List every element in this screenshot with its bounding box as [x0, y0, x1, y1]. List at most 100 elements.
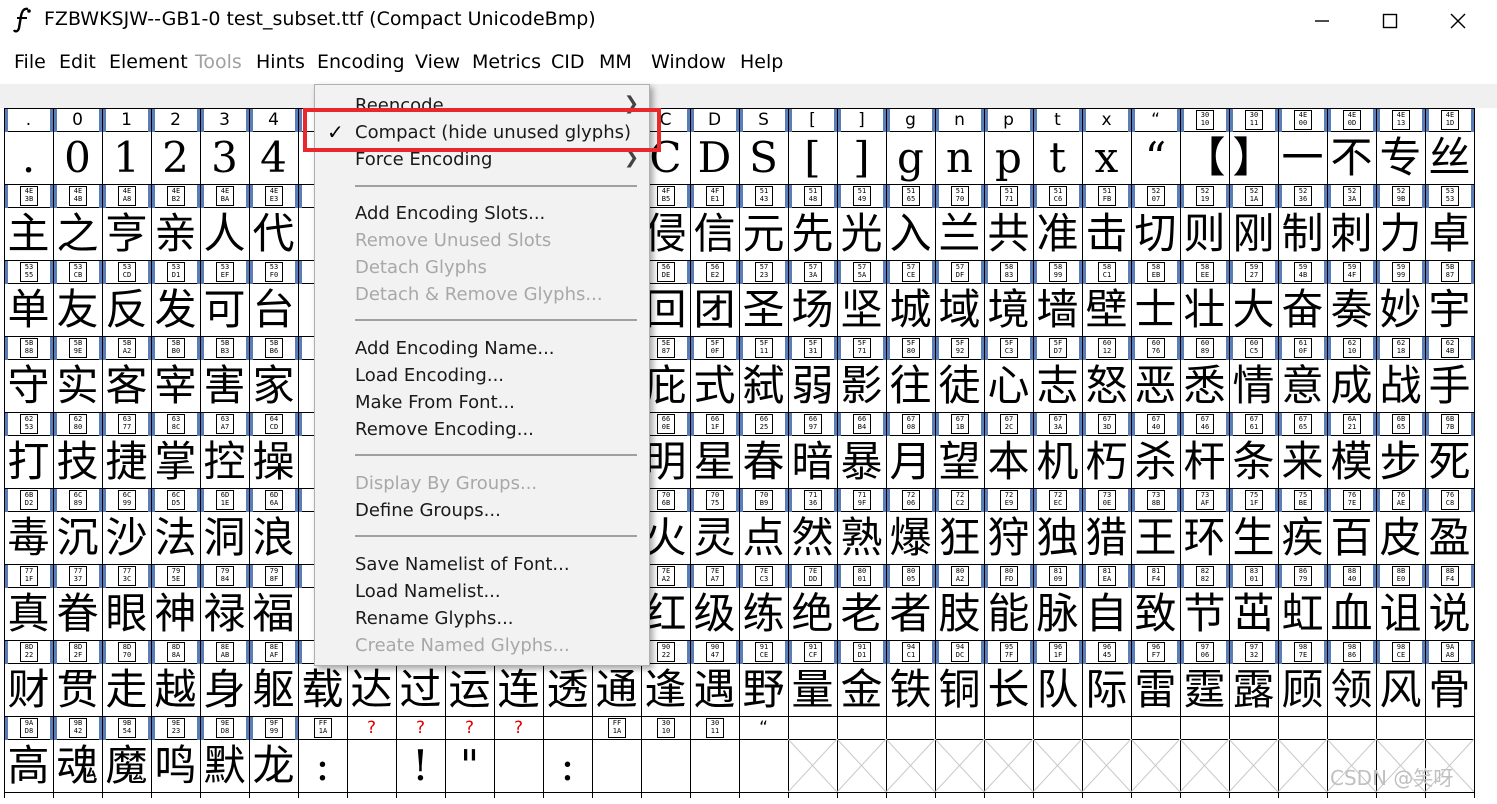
glyph-cell[interactable]: p: [984, 132, 1033, 184]
glyph-cell[interactable]: 暴: [837, 436, 886, 488]
glyph-cell[interactable]: 高: [4, 740, 53, 792]
glyph-cell[interactable]: 眼: [102, 588, 151, 640]
glyph-cell[interactable]: 说: [1425, 588, 1474, 640]
glyph-cell[interactable]: 守: [4, 360, 53, 412]
glyph-cell[interactable]: 练: [739, 588, 788, 640]
glyph-cell[interactable]: 身: [200, 664, 249, 716]
glyph-cell[interactable]: 宇: [1425, 284, 1474, 336]
glyph-cell[interactable]: 式: [690, 360, 739, 412]
empty-slot-icon[interactable]: [984, 739, 1033, 792]
glyph-cell[interactable]: [: [788, 132, 837, 184]
glyph-cell[interactable]: 遇: [690, 664, 739, 716]
glyph-cell[interactable]: 场: [788, 284, 837, 336]
glyph-cell[interactable]: ]: [837, 132, 886, 184]
glyph-cell[interactable]: 墙: [1033, 284, 1082, 336]
glyph-cell[interactable]: 猎: [1082, 512, 1131, 564]
glyph-cell[interactable]: 风: [1376, 664, 1425, 716]
glyph-cell[interactable]: 神: [151, 588, 200, 640]
menu-item-rename-glyphs[interactable]: Rename Glyphs...: [355, 608, 514, 629]
menu-window[interactable]: Window: [651, 51, 726, 73]
glyph-cell[interactable]: 共: [984, 208, 1033, 260]
glyph-cell[interactable]: 友: [53, 284, 102, 336]
glyph-cell[interactable]: :: [298, 740, 347, 792]
glyph-cell[interactable]: 壁: [1082, 284, 1131, 336]
glyph-cell[interactable]: D: [690, 132, 739, 184]
glyph-cell[interactable]: 望: [935, 436, 984, 488]
glyph-cell[interactable]: 击: [1082, 208, 1131, 260]
glyph-cell[interactable]: 茁: [1229, 588, 1278, 640]
menu-cid[interactable]: CID: [551, 51, 585, 73]
glyph-cell[interactable]: 可: [200, 284, 249, 336]
menu-item-define-groups[interactable]: Define Groups...: [355, 500, 501, 521]
glyph-cell[interactable]: 成: [1327, 360, 1376, 412]
glyph-cell[interactable]: 捷: [102, 436, 151, 488]
glyph-cell[interactable]: x: [1082, 132, 1131, 184]
glyph-cell[interactable]: 顾: [1278, 664, 1327, 716]
glyph-cell[interactable]: 躯: [249, 664, 298, 716]
glyph-cell[interactable]: 生: [1229, 512, 1278, 564]
glyph-cell[interactable]: 独: [1033, 512, 1082, 564]
glyph-cell[interactable]: 害: [200, 360, 249, 412]
glyph-cell[interactable]: 切: [1131, 208, 1180, 260]
glyph-cell[interactable]: 1: [102, 132, 151, 184]
glyph-cell[interactable]: 长: [984, 664, 1033, 716]
close-button[interactable]: [1428, 0, 1488, 42]
glyph-cell[interactable]: 疾: [1278, 512, 1327, 564]
glyph-cell[interactable]: 代: [249, 208, 298, 260]
glyph-cell[interactable]: 际: [1082, 664, 1131, 716]
empty-slot-icon[interactable]: [886, 739, 935, 792]
glyph-cell[interactable]: 骨: [1425, 664, 1474, 716]
glyph-cell[interactable]: 暗: [788, 436, 837, 488]
glyph-cell[interactable]: 财: [4, 664, 53, 716]
glyph-cell[interactable]: 亨: [102, 208, 151, 260]
glyph-cell[interactable]: 悉: [1180, 360, 1229, 412]
glyph-cell[interactable]: 虹: [1278, 588, 1327, 640]
glyph-cell[interactable]: 野: [739, 664, 788, 716]
glyph-cell[interactable]: 入: [886, 208, 935, 260]
glyph-cell[interactable]: 洞: [200, 512, 249, 564]
empty-slot-icon[interactable]: [1131, 739, 1180, 792]
glyph-cell[interactable]: 4: [249, 132, 298, 184]
glyph-cell[interactable]: 月: [886, 436, 935, 488]
glyph-cell[interactable]: 亲: [151, 208, 200, 260]
glyph-cell[interactable]: 王: [1131, 512, 1180, 564]
glyph-cell[interactable]: 露: [1229, 664, 1278, 716]
glyph-cell[interactable]: 走: [102, 664, 151, 716]
menu-help[interactable]: Help: [740, 51, 783, 73]
glyph-cell[interactable]: 单: [4, 284, 53, 336]
glyph-cell[interactable]: 过: [396, 664, 445, 716]
empty-slot-icon[interactable]: [1278, 739, 1327, 792]
glyph-cell[interactable]: t: [1033, 132, 1082, 184]
glyph-cell[interactable]: 自: [1082, 588, 1131, 640]
glyph-cell[interactable]: 【: [1180, 132, 1229, 184]
glyph-cell[interactable]: 点: [739, 512, 788, 564]
glyph-cell[interactable]: 皮: [1376, 512, 1425, 564]
glyph-cell[interactable]: 真: [4, 588, 53, 640]
menu-item-remove-encoding[interactable]: Remove Encoding...: [355, 419, 534, 440]
menu-item-add-encoding-slots[interactable]: Add Encoding Slots...: [355, 203, 545, 224]
glyph-cell[interactable]: 城: [886, 284, 935, 336]
glyph-cell[interactable]: 刺: [1327, 208, 1376, 260]
glyph-cell[interactable]: 逢: [641, 664, 690, 716]
glyph-cell[interactable]: S: [739, 132, 788, 184]
glyph-cell[interactable]: 透: [543, 664, 592, 716]
glyph-cell[interactable]: 团: [690, 284, 739, 336]
menu-item-add-encoding-name[interactable]: Add Encoding Name...: [355, 338, 555, 359]
glyph-cell[interactable]: 恶: [1131, 360, 1180, 412]
glyph-cell[interactable]: 杀: [1131, 436, 1180, 488]
glyph-cell[interactable]: 本: [984, 436, 1033, 488]
glyph-cell[interactable]: 战: [1376, 360, 1425, 412]
glyph-cell[interactable]: 运: [445, 664, 494, 716]
glyph-cell[interactable]: 能: [984, 588, 1033, 640]
glyph-cell[interactable]: 节: [1180, 588, 1229, 640]
glyph-cell[interactable]: 心: [984, 360, 1033, 412]
glyph-cell[interactable]: 绝: [788, 588, 837, 640]
glyph-cell[interactable]: 狩: [984, 512, 1033, 564]
glyph-cell[interactable]: 2: [151, 132, 200, 184]
glyph-cell[interactable]: 妙: [1376, 284, 1425, 336]
glyph-cell[interactable]: 操: [249, 436, 298, 488]
glyph-cell[interactable]: 模: [1327, 436, 1376, 488]
glyph-cell[interactable]: 制: [1278, 208, 1327, 260]
glyph-cell[interactable]: 杆: [1180, 436, 1229, 488]
glyph-cell[interactable]: 往: [886, 360, 935, 412]
